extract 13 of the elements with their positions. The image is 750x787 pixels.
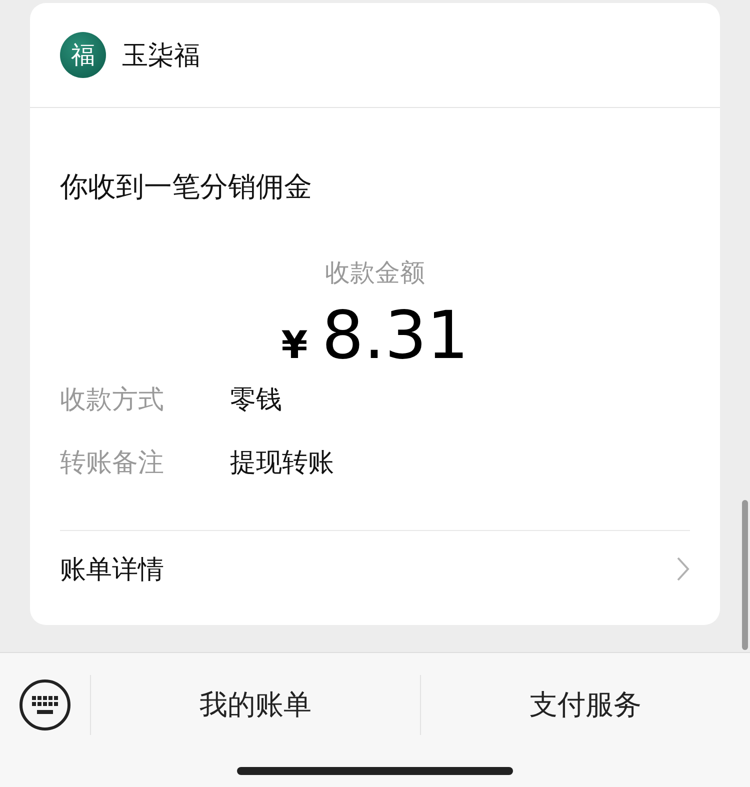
amount-value: 8.31 — [322, 297, 469, 374]
field-value: 零钱 — [230, 384, 282, 417]
account-logo: 福 — [60, 32, 106, 78]
details-link[interactable]: 账单详情 — [60, 552, 164, 586]
field-value: 提现转账 — [230, 447, 334, 480]
menu-button[interactable]: 我的账单 — [90, 675, 420, 735]
menu-button[interactable]: 支付服务 — [420, 675, 750, 735]
amount-label: 收款金额 — [324, 257, 426, 289]
account-name: 玉柒福 — [122, 40, 200, 72]
field-label: 收款方式 — [60, 384, 165, 417]
field-label: 转账备注 — [60, 447, 165, 480]
message-title: 你收到一笔分销佣金 — [60, 169, 313, 205]
currency-sign: ¥ — [281, 323, 308, 367]
